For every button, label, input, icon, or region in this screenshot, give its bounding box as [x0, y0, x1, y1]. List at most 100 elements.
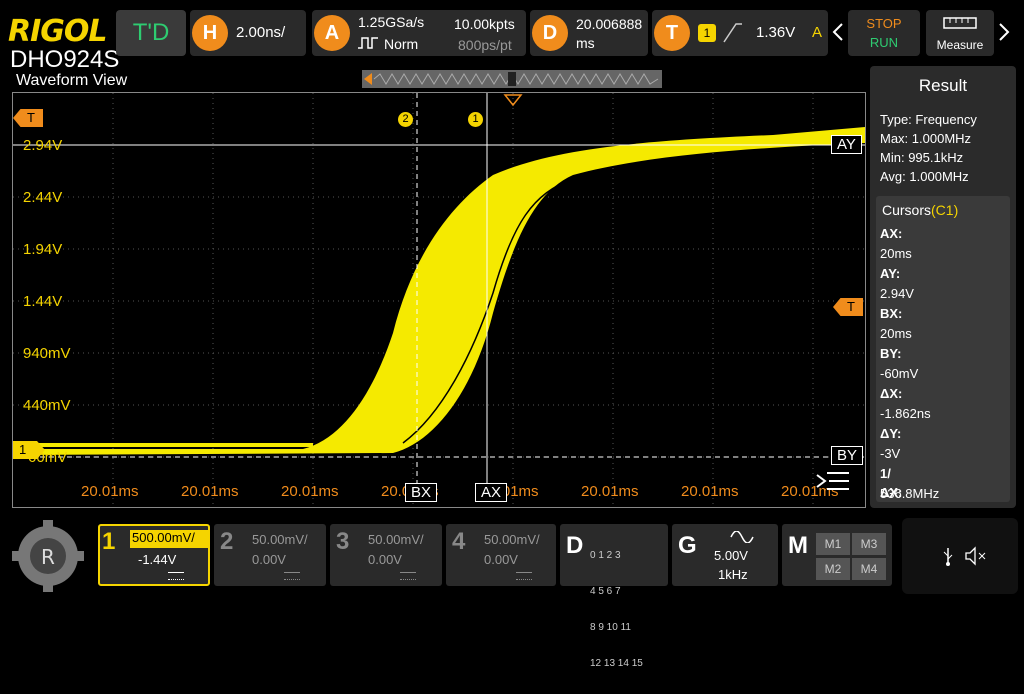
channel-2-panel[interactable]: 2 50.00mV/ 0.00V: [214, 524, 326, 586]
model-name: DHO924S: [10, 46, 120, 73]
channel-4-scale: 50.00mV/: [484, 532, 540, 547]
result-title: Result: [918, 76, 968, 95]
acquire-badge: A: [314, 15, 350, 51]
x-label: 20.01ms: [81, 483, 139, 500]
acquire-panel[interactable]: A 1.25GSa/s Norm 10.00kpts 800ps/pt: [312, 10, 526, 56]
math-m3-button[interactable]: M3: [852, 533, 886, 555]
cursor-readout-label: AX:: [880, 226, 903, 241]
cursor-readout-label: ΔY:: [880, 426, 902, 441]
math-m2-button[interactable]: M2: [816, 558, 850, 580]
channel-3-panel[interactable]: 3 50.00mV/ 0.00V: [330, 524, 442, 586]
mute-icon[interactable]: [964, 546, 988, 571]
cursors-title: Cursors(C1): [882, 202, 959, 218]
cursor-ax-label[interactable]: AX: [475, 483, 508, 502]
x-label: 20.01ms: [681, 483, 739, 500]
waveform-view-title: Waveform View: [16, 72, 128, 89]
stop-label: STOP: [866, 16, 902, 31]
cursor-readout-label: AY:: [880, 266, 901, 281]
channel-2-offset: 0.00V: [252, 552, 286, 567]
marker-1: 1: [468, 112, 483, 127]
horizontal-panel[interactable]: H 2.00ns/: [190, 10, 306, 56]
generator-panel[interactable]: G 5.00V 1kHz: [672, 524, 778, 586]
cursors-card[interactable]: Cursors(C1) AX: 20ms AY: 2.94V BX: 20ms BY: -60…: [876, 196, 1010, 502]
cursor-readout-label: BX:: [880, 306, 903, 321]
result-avg: Avg: 1.000MHz: [880, 169, 969, 184]
digital-label: D: [566, 532, 584, 559]
cursor-readout-value: 20ms: [880, 246, 912, 261]
cursor-bx-label[interactable]: BX: [405, 483, 438, 502]
cursor-ay-label[interactable]: AY: [831, 135, 862, 154]
channel-2-number: 2: [220, 528, 234, 555]
digital-channel-grid: 0 1 2 3 4 5 6 7 8 9 10 11 12 13 14 15: [590, 550, 643, 669]
horizontal-badge: H: [192, 15, 228, 51]
result-min: Min: 995.1kHz: [880, 150, 964, 165]
y-label: 940mV: [23, 345, 71, 362]
cursor-by-label[interactable]: BY: [831, 446, 864, 465]
channel-3-offset: 0.00V: [368, 552, 402, 567]
cursor-readout-label: BY:: [880, 346, 902, 361]
cursor-readout-value: -60mV: [880, 366, 919, 381]
run-stop-button[interactable]: STOP RUN: [848, 10, 920, 56]
rising-edge-icon: [722, 22, 742, 49]
ruler-icon: [943, 16, 977, 35]
brand-logo: RIGOL: [8, 14, 108, 49]
dc-coupling-icon: [516, 572, 532, 580]
marker-2: 2: [398, 112, 413, 127]
acquire-mode: Norm: [384, 36, 419, 52]
result-type: Type: Frequency: [880, 112, 977, 127]
dc-coupling-icon: [400, 572, 416, 580]
result-panel[interactable]: Result Type: Frequency Max: 1.000MHz Min…: [870, 66, 1016, 508]
channel-1-panel[interactable]: 1 500.00mV/ -1.44V: [98, 524, 210, 586]
y-label: 1.94V: [23, 241, 63, 258]
x-label: 20.01ms: [181, 483, 239, 500]
math-label: M: [788, 532, 808, 559]
cursor-readout-value: 20ms: [880, 326, 912, 341]
cursor-readout-value: 536.8MHz: [880, 486, 940, 501]
channel-4-panel[interactable]: 4 50.00mV/ 0.00V: [446, 524, 556, 586]
graticule: [13, 93, 865, 507]
delay-unit: ms: [576, 35, 595, 51]
generator-label: G: [678, 532, 697, 559]
svg-text:R: R: [41, 545, 55, 569]
time-delay-button[interactable]: T'D: [116, 10, 186, 56]
channel-1-offset: -1.44V: [138, 552, 177, 567]
delay-value: 20.006888: [576, 16, 643, 32]
delay-panel[interactable]: D 20.006888 ms: [530, 10, 648, 56]
math-m4-button[interactable]: M4: [852, 558, 886, 580]
trigger-badge: T: [654, 15, 690, 51]
sample-rate: 1.25GSa/s: [358, 14, 425, 30]
cursor-readout-value: -1.862ns: [880, 406, 931, 421]
time-per-point: 800ps/pt: [458, 37, 512, 53]
menu-icon[interactable]: [815, 469, 851, 502]
settings-gear-icon[interactable]: R: [8, 518, 88, 594]
memory-overview-bar[interactable]: [362, 70, 662, 88]
measure-button[interactable]: Measure: [926, 10, 994, 56]
channel-3-number: 3: [336, 528, 350, 555]
channel-4-offset: 0.00V: [484, 552, 518, 567]
generator-frequency: 1kHz: [718, 567, 748, 582]
math-m1-button[interactable]: M1: [816, 533, 850, 555]
trigger-source: 1: [698, 24, 716, 42]
cursor-readout-label: ΔX:: [880, 386, 903, 401]
channel-2-scale: 50.00mV/: [252, 532, 308, 547]
trigger-level: 1.36V: [756, 24, 796, 41]
status-panel: [902, 518, 1018, 594]
channel-1-number: 1: [102, 528, 116, 555]
usb-icon[interactable]: [942, 546, 954, 571]
dc-coupling-icon: [284, 572, 300, 580]
acquire-mode-icon: [358, 34, 382, 55]
cursor-readout-value: -3V: [880, 446, 901, 461]
cursor-readout-value: 2.94V: [880, 286, 914, 301]
prev-arrow-icon[interactable]: [832, 22, 844, 47]
waveform-screen[interactable]: 2.94V 2.44V 1.94V 1.44V 940mV 440mV -60m…: [12, 92, 866, 508]
next-arrow-icon[interactable]: [998, 22, 1010, 47]
digital-panel[interactable]: D 0 1 2 3 4 5 6 7 8 9 10 11 12 13 14 15: [560, 524, 668, 669]
channel-4-number: 4: [452, 528, 466, 555]
delay-badge: D: [532, 15, 568, 51]
y-label: 440mV: [23, 397, 71, 414]
math-panel[interactable]: M M1 M3 M2 M4: [782, 524, 892, 586]
timebase-value: 2.00ns/: [236, 24, 286, 41]
trigger-panel[interactable]: T 1 1.36V A: [652, 10, 828, 56]
x-label: 20.01ms: [581, 483, 639, 500]
dc-coupling-icon: [168, 572, 184, 580]
